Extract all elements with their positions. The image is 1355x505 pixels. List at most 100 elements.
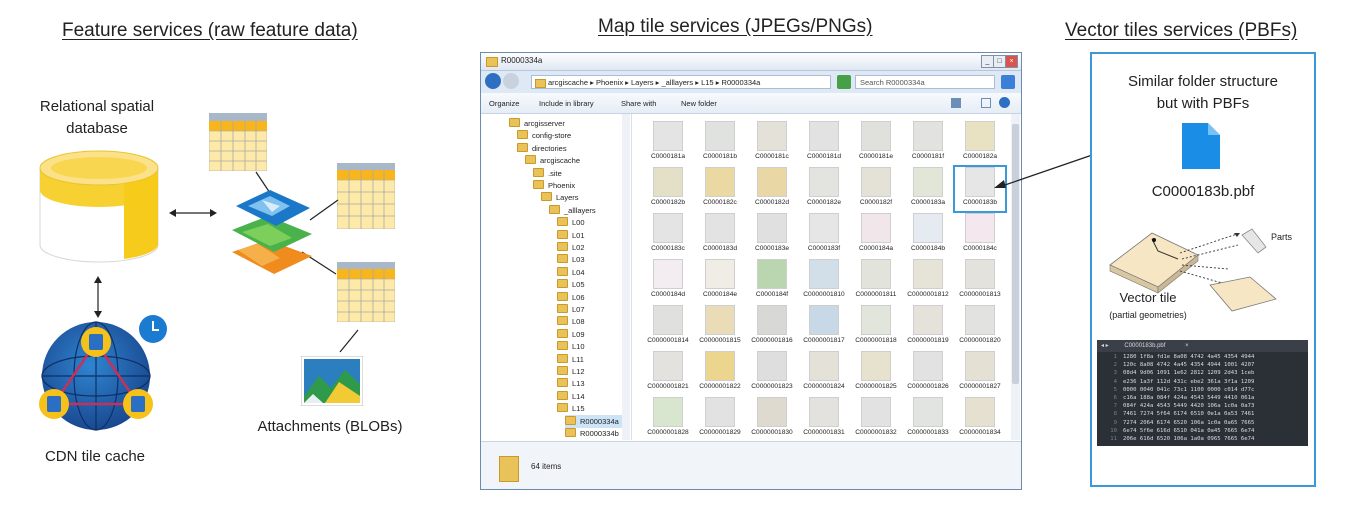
file-tile[interactable]: C0000001821 [642,350,694,396]
file-tile[interactable]: C0000001831 [798,396,850,440]
tree-item[interactable]: _alllayers [549,204,596,217]
file-tile[interactable]: C0000184b [902,212,954,258]
file-tile[interactable]: C0000181c [746,120,798,166]
file-tile[interactable]: C0000001817 [798,304,850,350]
file-tile[interactable]: C0000183a [902,166,954,212]
file-tile[interactable]: C0000001814 [642,304,694,350]
file-tile[interactable]: C0000001812 [902,258,954,304]
file-tile[interactable]: C0000001820 [954,304,1006,350]
tree-item[interactable]: L07 [557,303,585,316]
tree-item[interactable]: L15 [557,402,585,415]
file-tile[interactable]: C0000001823 [746,350,798,396]
file-tile[interactable]: C0000182c [694,166,746,212]
file-tile[interactable]: C0000001822 [694,350,746,396]
file-tile[interactable]: C0000181d [798,120,850,166]
tree-item-label: L04 [572,267,585,277]
tree-item[interactable]: L09 [557,328,585,341]
path-crumb[interactable]: L15 [701,78,714,87]
file-tile[interactable]: C0000183f [798,212,850,258]
file-tile[interactable]: C0000001818 [850,304,902,350]
tree-item[interactable]: L02 [557,241,585,254]
path-crumb[interactable]: Phoenix [596,78,623,87]
file-tile[interactable]: C0000184c [954,212,1006,258]
tree-item[interactable]: L11 [557,353,584,366]
nav-arrows-icon[interactable]: ◂ ▸ [1101,343,1109,349]
path-crumb[interactable]: _alllayers [661,78,693,87]
tree-item[interactable]: Phoenix [533,179,575,192]
file-tile[interactable]: C0000001833 [902,396,954,440]
file-tile[interactable]: C0000001824 [798,350,850,396]
file-tile[interactable]: C0000001810 [798,258,850,304]
file-tile[interactable]: C0000001825 [850,350,902,396]
file-tile[interactable]: C0000184a [850,212,902,258]
file-tile[interactable]: C0000001819 [902,304,954,350]
file-tile[interactable]: C0000001815 [694,304,746,350]
tree-item[interactable]: L03 [557,253,585,266]
file-tile[interactable]: C0000182b [642,166,694,212]
search-icon[interactable] [1001,75,1015,89]
file-tile[interactable]: C0000001827 [954,350,1006,396]
tree-item[interactable]: Layers [541,191,579,204]
file-tile[interactable]: C0000184f [746,258,798,304]
include-library-button[interactable]: Include in library [539,99,594,108]
tree-item[interactable]: directories [517,142,567,155]
file-tile[interactable]: C0000183c [642,212,694,258]
path-crumb[interactable]: R0000334a [722,78,761,87]
search-input[interactable]: Search R0000334a [855,75,995,89]
tree-item[interactable]: L01 [557,229,585,242]
tree-item[interactable]: L05 [557,278,585,291]
tree-item[interactable]: .site [533,167,562,180]
path-box[interactable]: arcgiscache ▸ Phoenix ▸ Layers ▸ _alllay… [531,75,831,89]
file-tile[interactable]: C0000001826 [902,350,954,396]
file-tile[interactable]: C0000181a [642,120,694,166]
hex-tab[interactable]: C0000183b.pbf [1124,343,1165,349]
file-tile[interactable]: C0000181f [902,120,954,166]
tree-item[interactable]: L14 [557,390,585,403]
tree-item[interactable]: arcgiscache [525,154,580,167]
path-crumb[interactable]: arcgiscache [548,78,588,87]
file-tile[interactable]: C0000001816 [746,304,798,350]
tree-item[interactable]: L13 [557,377,585,390]
file-tile[interactable]: C0000184e [694,258,746,304]
file-tile[interactable]: C0000184d [642,258,694,304]
help-icon[interactable] [999,97,1010,108]
tree-scrollbar[interactable] [622,114,630,440]
file-tile[interactable]: C0000001832 [850,396,902,440]
tree-item[interactable]: L10 [557,340,585,353]
tree-item[interactable]: L08 [557,315,585,328]
tree-item[interactable]: L06 [557,291,585,304]
file-tile[interactable]: C0000183e [746,212,798,258]
organize-button[interactable]: Organize [489,99,519,108]
file-tile[interactable]: C0000182d [746,166,798,212]
back-button[interactable] [485,73,501,89]
tree-item[interactable]: L00 [557,216,585,229]
file-tile[interactable]: C0000001811 [850,258,902,304]
tree-item[interactable]: R0000334b [565,427,619,440]
path-crumb[interactable]: Layers [631,78,654,87]
new-folder-button[interactable]: New folder [681,99,717,108]
close-tab-icon[interactable]: × [1185,343,1189,349]
tree-item[interactable]: config-store [517,129,571,142]
file-tile[interactable]: C0000181b [694,120,746,166]
file-tile[interactable]: C0000001834 [954,396,1006,440]
refresh-button[interactable] [837,75,851,89]
hex-line: 1 1280 1f8a fd1e 8a08 4742 4a45 4354 4944 [1097,354,1255,362]
tree-item[interactable]: L04 [557,266,585,279]
file-tile[interactable]: C0000001813 [954,258,1006,304]
item-count: 64 items [531,462,562,471]
file-tile[interactable]: C0000001829 [694,396,746,440]
tree-item[interactable]: R0000334a [565,414,627,428]
file-tile[interactable]: C0000183d [694,212,746,258]
file-tile[interactable]: C0000182f [850,166,902,212]
tree-item[interactable]: arcgisserver [509,117,565,130]
file-tile[interactable]: C0000181e [850,120,902,166]
view-options-icon[interactable] [951,98,961,108]
preview-pane-icon[interactable] [981,98,991,108]
forward-button[interactable] [503,73,519,89]
close-button[interactable]: × [1005,55,1018,68]
file-tile[interactable]: C0000001830 [746,396,798,440]
tree-item[interactable]: L12 [557,365,585,378]
share-with-button[interactable]: Share with [621,99,656,108]
file-tile[interactable]: C0000001828 [642,396,694,440]
file-tile[interactable]: C0000182e [798,166,850,212]
